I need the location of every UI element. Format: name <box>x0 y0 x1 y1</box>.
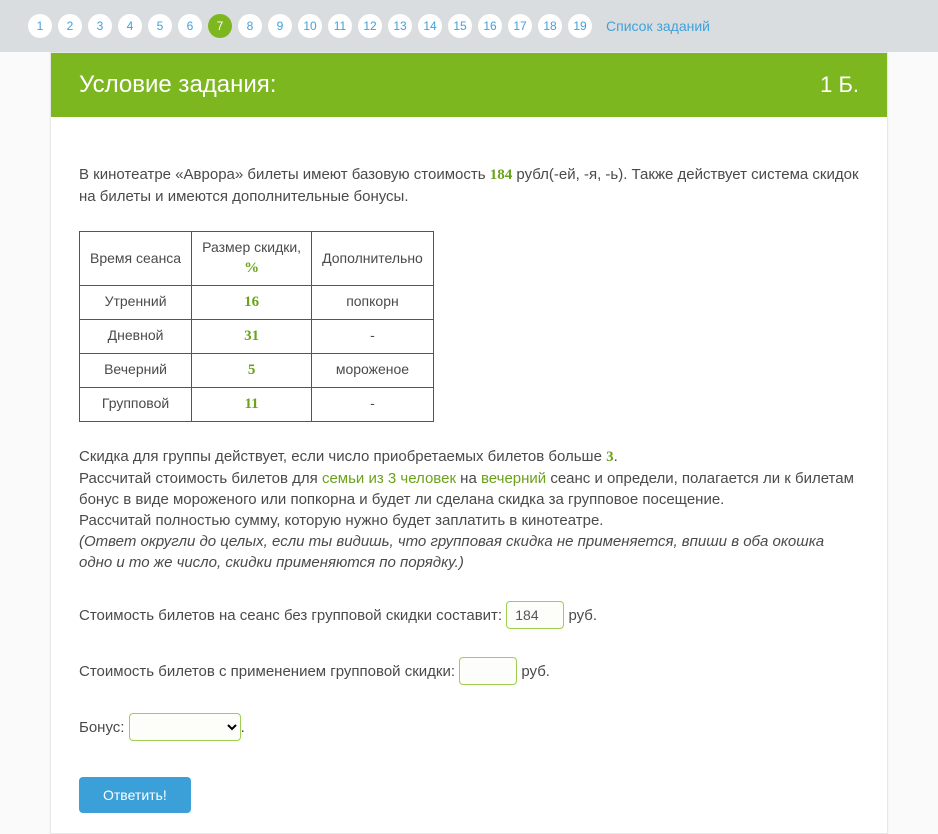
answer-row-bonus: Бонус: . <box>79 713 859 741</box>
cell-time: Групповой <box>80 387 192 421</box>
bonus-label: Бонус: <box>79 719 129 736</box>
task-header: Условие задания: 1 Б. <box>51 53 887 117</box>
col-discount-label: Размер скидки, <box>202 239 301 255</box>
answer1-label: Стоимость билетов на сеанс без групповой… <box>79 607 506 624</box>
cell-time: Дневной <box>80 319 192 353</box>
cell-discount: 31 <box>192 319 312 353</box>
table-row: Дневной31- <box>80 319 434 353</box>
intro-paragraph: В кинотеатре «Аврора» билеты имеют базов… <box>79 164 859 207</box>
answer1-unit: руб. <box>568 607 597 624</box>
nav-step-6[interactable]: 6 <box>178 14 202 38</box>
col-discount: Размер скидки, % <box>192 232 312 286</box>
cell-discount: 5 <box>192 353 312 387</box>
cell-extra: - <box>312 387 434 421</box>
task-points: 1 Б. <box>820 72 859 98</box>
nav-step-7[interactable]: 7 <box>208 14 232 38</box>
group-min: 3 <box>606 449 614 465</box>
family-size: семьи из 3 человек <box>322 470 456 487</box>
task-l1a: Скидка для группы действует, если число … <box>79 448 606 465</box>
cell-discount: 11 <box>192 387 312 421</box>
percent-sign: % <box>244 260 259 276</box>
task-l2a: Рассчитай стоимость билетов для <box>79 470 322 487</box>
table-header-row: Время сеанса Размер скидки, % Дополнител… <box>80 232 434 286</box>
nav-step-4[interactable]: 4 <box>118 14 142 38</box>
nav-step-18[interactable]: 18 <box>538 14 562 38</box>
task-note: (Ответ округли до целых, если ты видишь,… <box>79 533 824 571</box>
answer2-label: Стоимость билетов с применением группово… <box>79 663 459 680</box>
bonus-period: . <box>241 719 245 736</box>
task-text: Скидка для группы действует, если число … <box>79 446 859 573</box>
session-type: вечерний <box>481 470 546 487</box>
nav-step-2[interactable]: 2 <box>58 14 82 38</box>
cell-time: Утренний <box>80 285 192 319</box>
answer1-input[interactable] <box>506 601 564 629</box>
task-nav: 12345678910111213141516171819Список зада… <box>0 0 938 52</box>
cell-extra: - <box>312 319 434 353</box>
nav-step-11[interactable]: 11 <box>328 14 352 38</box>
nav-step-8[interactable]: 8 <box>238 14 262 38</box>
nav-step-3[interactable]: 3 <box>88 14 112 38</box>
table-row: Вечерний5мороженое <box>80 353 434 387</box>
nav-step-13[interactable]: 13 <box>388 14 412 38</box>
answer-row-2: Стоимость билетов с применением группово… <box>79 657 859 685</box>
nav-step-9[interactable]: 9 <box>268 14 292 38</box>
task-body: В кинотеатре «Аврора» билеты имеют базов… <box>51 117 887 833</box>
task-card: Условие задания: 1 Б. В кинотеатре «Авро… <box>50 52 888 834</box>
task-title: Условие задания: <box>79 71 276 99</box>
nav-step-10[interactable]: 10 <box>298 14 322 38</box>
nav-step-12[interactable]: 12 <box>358 14 382 38</box>
base-price: 184 <box>490 167 513 183</box>
answer2-unit: руб. <box>521 663 550 680</box>
nav-step-15[interactable]: 15 <box>448 14 472 38</box>
cell-time: Вечерний <box>80 353 192 387</box>
submit-button[interactable]: Ответить! <box>79 777 191 813</box>
nav-tasklist-link[interactable]: Список заданий <box>606 18 710 34</box>
bonus-select[interactable] <box>129 713 241 741</box>
task-l2b: на <box>456 470 481 487</box>
nav-step-19[interactable]: 19 <box>568 14 592 38</box>
nav-step-14[interactable]: 14 <box>418 14 442 38</box>
discount-table: Время сеанса Размер скидки, % Дополнител… <box>79 231 434 422</box>
cell-extra: мороженое <box>312 353 434 387</box>
cell-discount: 16 <box>192 285 312 319</box>
nav-step-16[interactable]: 16 <box>478 14 502 38</box>
col-extra: Дополнительно <box>312 232 434 286</box>
table-row: Утренний16попкорн <box>80 285 434 319</box>
nav-step-5[interactable]: 5 <box>148 14 172 38</box>
cell-extra: попкорн <box>312 285 434 319</box>
answer-row-1: Стоимость билетов на сеанс без групповой… <box>79 601 859 629</box>
table-row: Групповой11- <box>80 387 434 421</box>
answer2-input[interactable] <box>459 657 517 685</box>
nav-step-1[interactable]: 1 <box>28 14 52 38</box>
task-l1b: . <box>614 448 618 465</box>
nav-step-17[interactable]: 17 <box>508 14 532 38</box>
col-time: Время сеанса <box>80 232 192 286</box>
intro-text-a: В кинотеатре «Аврора» билеты имеют базов… <box>79 166 490 183</box>
task-l3: Рассчитай полностью сумму, которую нужно… <box>79 512 603 529</box>
